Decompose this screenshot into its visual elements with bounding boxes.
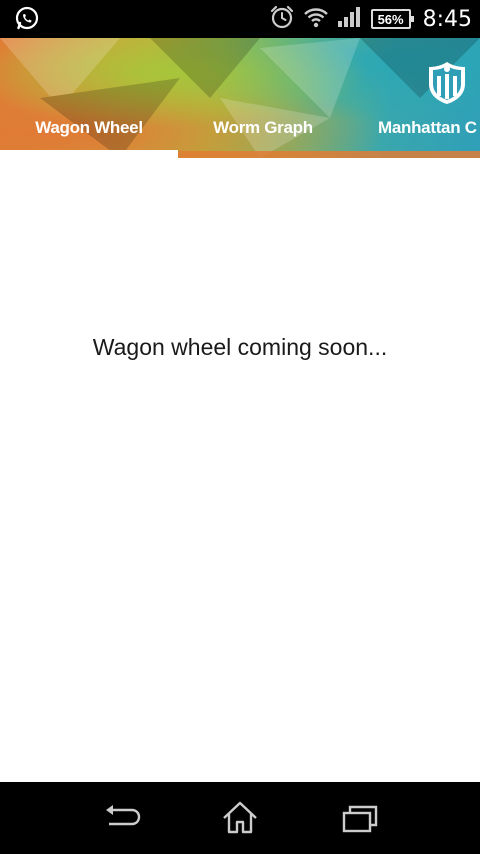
tab-manhattan[interactable]: Manhattan C: [378, 110, 480, 150]
tab-worm-graph[interactable]: Worm Graph: [178, 110, 348, 150]
back-button[interactable]: [99, 798, 143, 838]
back-icon: [106, 805, 141, 826]
battery-percent: 56%: [377, 11, 404, 27]
tab-strip: [178, 151, 480, 158]
whatsapp-icon: [14, 6, 40, 32]
status-bar: 56% 8:45: [0, 0, 480, 38]
app-header: Wagon Wheel Worm Graph Manhattan C: [0, 38, 480, 158]
tab-content: Wagon wheel coming soon...: [0, 158, 480, 782]
tab-wagon-wheel[interactable]: Wagon Wheel: [0, 110, 178, 150]
recents-icon: [342, 805, 378, 833]
selected-tab-indicator: [0, 150, 178, 158]
signal-icon: [337, 6, 363, 32]
status-icons: 56% 8:45: [269, 0, 472, 38]
app-screen: 56% 8:45 Wagon Wheel Worm Graph Manhatta…: [0, 0, 480, 854]
home-button[interactable]: [218, 798, 262, 838]
home-icon: [223, 801, 257, 834]
coming-soon-message: Wagon wheel coming soon...: [92, 334, 388, 360]
battery-indicator: 56%: [370, 9, 414, 29]
recents-button[interactable]: [338, 798, 382, 838]
team-shield-logo: [426, 58, 468, 106]
wifi-icon: [303, 5, 329, 33]
alarm-icon: [269, 4, 295, 34]
clock: 8:45: [422, 6, 472, 32]
navigation-bar: [0, 782, 480, 854]
